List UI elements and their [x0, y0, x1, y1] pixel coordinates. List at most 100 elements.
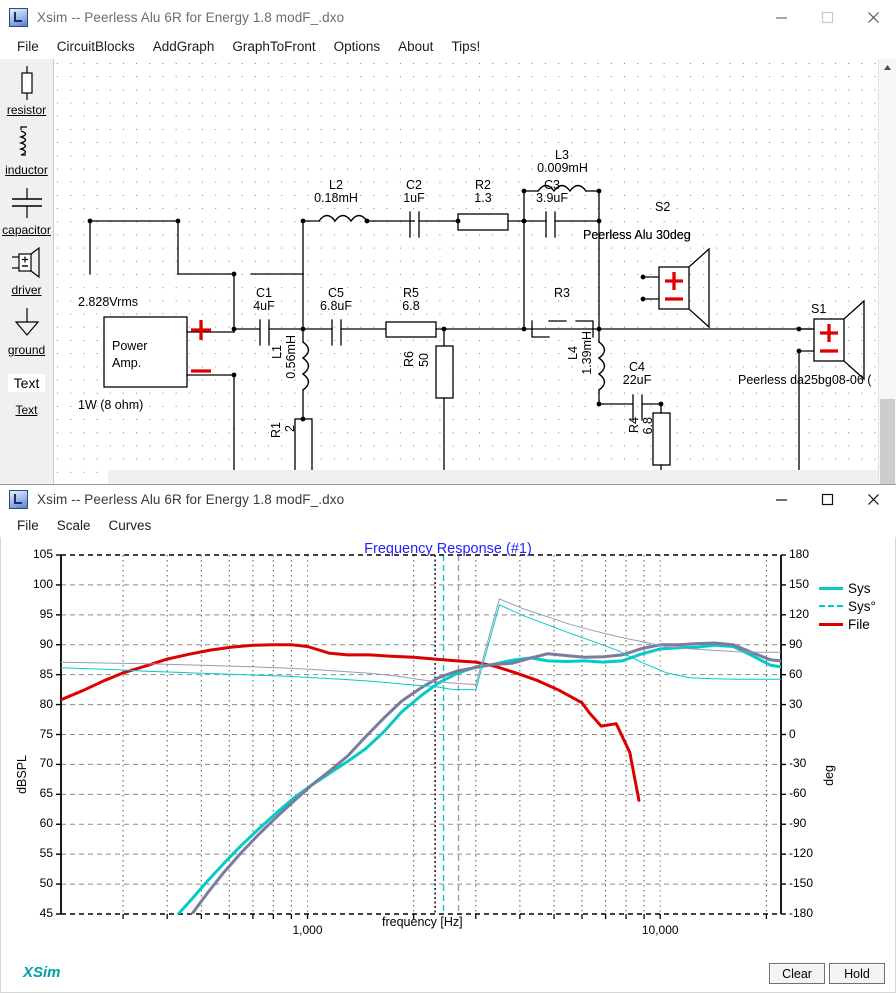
L4-ref: L4 [566, 346, 580, 360]
window2-menubar: File Scale Curves [0, 513, 896, 538]
driver-icon [0, 243, 53, 283]
legend-swatch-0 [819, 586, 843, 590]
menu-circuitblocks[interactable]: CircuitBlocks [48, 37, 144, 56]
circuit-window: Xsim -- Peerless Alu 6R for Energy 1.8 m… [0, 0, 896, 484]
palette-label-text: Text [15, 403, 38, 417]
maximize-button[interactable] [804, 0, 850, 34]
y-tick-105: 105 [32, 547, 53, 561]
graph-statusbar: XSim Clear Hold [1, 958, 895, 992]
palette-label-inductor: inductor [5, 163, 48, 177]
y-tick-80: 80 [39, 696, 53, 711]
y2-tick--180: -180 [789, 906, 814, 920]
graph-body: Frequency Response (#1) 45 50 55 60 65 70 75 80… [0, 537, 896, 993]
L2-value: 0.18mH [314, 191, 358, 205]
y2-tick--150: -150 [789, 876, 814, 891]
palette-label-ground: ground [7, 343, 46, 357]
menu-graphtofront[interactable]: GraphToFront [223, 37, 324, 56]
source-power-label: 1W (8 ohm) [78, 398, 144, 412]
x-tick-1000: 1,000 [292, 923, 323, 937]
y-tick-75: 75 [39, 726, 53, 741]
canvas-vscrollbar[interactable] [878, 59, 896, 484]
C3-value: 3.9uF [536, 191, 568, 205]
graph-menu-scale[interactable]: Scale [48, 516, 100, 535]
R6-ref: R6 [402, 351, 416, 367]
source-vrms-label: 2.828Vrms [78, 295, 138, 309]
circuit-editor-body: resistor inductor capacitor driver groun… [0, 59, 896, 484]
y2-tick-180: 180 [789, 547, 810, 561]
window2-controls [758, 485, 896, 513]
frequency-response-chart[interactable]: Frequency Response (#1) 45 50 55 60 65 70 75 80… [1, 537, 895, 957]
y-tick-90: 90 [39, 636, 53, 651]
close-button[interactable] [850, 0, 896, 34]
R1-ref: R1 [269, 422, 283, 438]
menu-file[interactable]: File [8, 37, 48, 56]
menu-tips[interactable]: Tips! [442, 37, 489, 56]
amp-label-line2: Amp. [112, 356, 142, 370]
R5-value: 6.8 [402, 299, 420, 313]
legend-label-2: File [848, 616, 870, 632]
menu-about[interactable]: About [389, 37, 442, 56]
R3-ref: R3 [554, 286, 570, 300]
window1-menubar: File CircuitBlocks AddGraph GraphToFront… [0, 34, 896, 59]
graph-menu-curves[interactable]: Curves [100, 516, 161, 535]
graph-buttons: Clear Hold [769, 963, 885, 984]
schematic-drawing [87, 184, 865, 484]
maximize-button-graph[interactable] [804, 485, 850, 513]
canvas-hscrollbar[interactable] [108, 470, 879, 484]
graph-menu-file[interactable]: File [8, 516, 48, 535]
menu-addgraph[interactable]: AddGraph [144, 37, 224, 56]
window2-titlebar[interactable]: Xsim -- Peerless Alu 6R for Energy 1.8 m… [0, 485, 896, 513]
xsim-brand-label: XSim [23, 964, 61, 981]
legend-swatch-1 [819, 605, 843, 607]
chart-plot [56, 554, 786, 919]
S2-ref: S2 [655, 200, 671, 214]
C5-value: 6.8uF [320, 299, 352, 313]
y-tick-60: 60 [39, 816, 53, 831]
legend-swatch-2 [819, 622, 843, 626]
menu-options[interactable]: Options [325, 37, 390, 56]
xsim-app-icon [9, 7, 28, 27]
capacitor-icon [0, 183, 53, 223]
schematic-canvas-wrap[interactable]: 2.828Vrms Power Amp. 1W (8 ohm) L2 0.18m… [54, 59, 896, 484]
palette-item-inductor[interactable]: inductor [0, 123, 53, 177]
y-tick-100: 100 [32, 576, 53, 591]
y2-tick--90: -90 [789, 816, 807, 831]
component-palette: resistor inductor capacitor driver groun… [0, 59, 54, 484]
hold-button[interactable]: Hold [829, 963, 885, 984]
scroll-up-icon[interactable] [879, 59, 896, 76]
legend-item-2: File [819, 615, 876, 633]
palette-label-resistor: resistor [6, 103, 47, 117]
y-axis-label: dBSPL [15, 755, 29, 794]
ground-icon [0, 303, 53, 343]
window2-title: Xsim -- Peerless Alu 6R for Energy 1.8 m… [37, 491, 345, 507]
S1-driver-name: Peerless da25bg08-06 ( [738, 373, 872, 387]
minimize-button[interactable] [758, 0, 804, 34]
y2-tick-0: 0 [789, 726, 796, 741]
close-button-graph[interactable] [850, 485, 896, 513]
vscroll-thumb[interactable] [880, 399, 895, 484]
C2-value: 1uF [403, 191, 425, 205]
xsim-app-icon-graph [9, 489, 28, 509]
y-tick-85: 85 [39, 666, 53, 681]
palette-item-resistor[interactable]: resistor [0, 63, 53, 117]
y2-tick-30: 30 [789, 696, 803, 711]
palette-item-ground[interactable]: ground [0, 303, 53, 357]
y-tick-45: 45 [39, 906, 53, 920]
L3-value: 0.009mH [537, 161, 588, 175]
legend-label-1: Sys° [848, 598, 876, 614]
palette-label-driver: driver [11, 283, 42, 297]
S2-driver-name-visible: Peerless Alu 30deg [583, 228, 691, 242]
palette-item-capacitor[interactable]: capacitor [0, 183, 53, 237]
L4-value: 1.39mH [580, 331, 594, 375]
palette-item-text[interactable]: Text Text [0, 363, 53, 417]
window1-titlebar[interactable]: Xsim -- Peerless Alu 6R for Energy 1.8 m… [0, 0, 896, 34]
L1-ref: L1 [270, 345, 284, 359]
minimize-button-graph[interactable] [758, 485, 804, 513]
schematic-canvas[interactable]: 2.828Vrms Power Amp. 1W (8 ohm) L2 0.18m… [54, 59, 878, 484]
y-tick-95: 95 [39, 606, 53, 621]
y2-tick-60: 60 [789, 666, 803, 681]
palette-item-driver[interactable]: driver [0, 243, 53, 297]
clear-button[interactable]: Clear [769, 963, 825, 984]
y2-axis-label: deg [822, 765, 836, 786]
inductor-icon [0, 123, 53, 163]
